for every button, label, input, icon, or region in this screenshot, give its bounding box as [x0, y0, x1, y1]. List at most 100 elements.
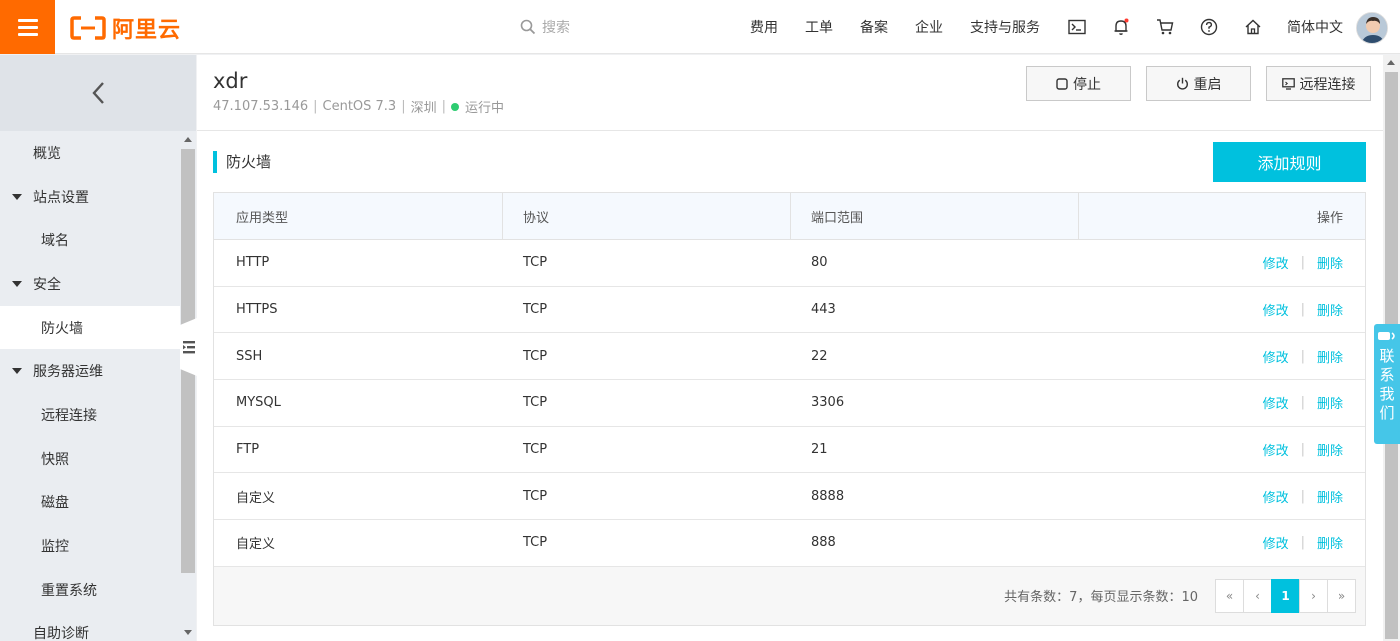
edit-link[interactable]: 修改: [1263, 487, 1289, 506]
menu-bar-line: [17, 25, 38, 29]
sidebar-item-11[interactable]: 自助诊断: [0, 612, 180, 641]
sidebar-item-3[interactable]: 安全: [0, 262, 180, 306]
nav-filing[interactable]: 备案: [860, 17, 888, 37]
port-cell: 3306: [811, 395, 845, 411]
delete-link[interactable]: 删除: [1317, 253, 1343, 272]
sidebar-item-7[interactable]: 快照: [0, 437, 180, 481]
delete-link[interactable]: 删除: [1317, 393, 1343, 412]
prev-page-button[interactable]: ‹: [1243, 578, 1272, 613]
column-header: 操作: [1316, 211, 1343, 226]
sidebar-item-6[interactable]: 远程连接: [0, 393, 180, 437]
contact-us-button[interactable]: 联系我们: [1374, 324, 1400, 444]
edit-link[interactable]: 修改: [1263, 347, 1289, 366]
top-nav: 费用 工单 备案 企业 支持与服务 简体中文: [750, 0, 1369, 54]
sidebar-item-1[interactable]: 站点设置: [0, 175, 180, 219]
delete-link[interactable]: 删除: [1317, 300, 1343, 319]
home-icon[interactable]: [1243, 17, 1263, 37]
restart-label: 重启: [1193, 76, 1222, 93]
stop-button[interactable]: 停止: [1026, 66, 1131, 101]
restart-button[interactable]: 重启: [1146, 66, 1251, 101]
action-separator: |: [1300, 348, 1305, 364]
delete-link[interactable]: 删除: [1317, 347, 1343, 366]
page-1-button[interactable]: 1: [1271, 578, 1300, 613]
add-rule-button[interactable]: 添加规则: [1213, 142, 1366, 182]
scroll-up-icon[interactable]: [184, 137, 192, 142]
app-cell: MYSQL: [236, 395, 281, 411]
sidebar-item-label: 监控: [41, 539, 69, 556]
meta-separator: |: [441, 99, 446, 114]
nav-enterprise[interactable]: 企业: [915, 17, 943, 37]
table-header: 应用类型 协议 端口范围 操作: [214, 193, 1365, 240]
column-header: 应用类型: [214, 193, 503, 240]
sidebar-item-5[interactable]: 服务器运维: [0, 349, 180, 393]
delete-link[interactable]: 删除: [1317, 487, 1343, 506]
edit-link[interactable]: 修改: [1263, 393, 1289, 412]
nav-fees[interactable]: 费用: [750, 17, 778, 37]
port-cell: 888: [811, 535, 836, 551]
port-cell: 80: [811, 255, 828, 271]
pagination: « ‹ 1 › »: [1215, 578, 1356, 613]
instance-ip: 47.107.53.146: [213, 99, 309, 114]
sidebar-menu: 概览 站点设置域名安全防火墙 服务器运维 远程连接 快照磁盘监控重置系统自助诊断: [0, 131, 180, 641]
terminal-icon[interactable]: [1067, 17, 1087, 37]
protocol-cell: TCP: [523, 488, 548, 504]
last-page-button[interactable]: »: [1327, 578, 1356, 613]
sidebar-item-label: 安全: [33, 276, 61, 293]
table-row: MYSQL TCP 3306 修改 | 删除: [214, 380, 1365, 427]
instance-os: CentOS 7.3: [322, 99, 397, 114]
nav-support[interactable]: 支持与服务: [970, 17, 1040, 37]
aliyun-logo[interactable]: 阿里云: [70, 14, 181, 43]
sidebar-item-0[interactable]: 概览: [0, 131, 180, 175]
sidebar-scrollbar[interactable]: [180, 131, 196, 641]
status-badge: 运行中: [465, 101, 505, 116]
back-button[interactable]: [0, 55, 196, 131]
chat-icon: [1378, 332, 1395, 340]
help-icon[interactable]: [1199, 17, 1219, 37]
action-separator: |: [1300, 488, 1305, 504]
app-cell: HTTP: [236, 255, 270, 271]
cart-icon[interactable]: [1155, 17, 1175, 37]
edit-link[interactable]: 修改: [1263, 440, 1289, 459]
table-row: SSH TCP 22 修改 | 删除: [214, 333, 1365, 381]
table-row: FTP TCP 21 修改 | 删除: [214, 427, 1365, 474]
sidebar-item-4[interactable]: 防火墙: [0, 305, 180, 350]
instance-region: 深圳: [410, 101, 437, 116]
scroll-up-icon[interactable]: [1387, 60, 1395, 65]
edit-link[interactable]: 修改: [1263, 533, 1289, 552]
remote-connect-button[interactable]: 远程连接: [1266, 66, 1371, 101]
aliyun-logo-icon: [70, 16, 106, 40]
hamburger-menu-button[interactable]: [0, 0, 55, 54]
stop-icon: [1056, 77, 1068, 90]
sidebar-item-label: 域名: [41, 233, 69, 250]
action-separator: |: [1300, 302, 1305, 318]
actions-cell: 修改 | 删除: [1079, 287, 1365, 333]
section-title: 防火墙: [213, 151, 271, 173]
sidebar-item-label: 重置系统: [41, 582, 97, 599]
sidebar-item-label: 磁盘: [41, 495, 69, 512]
edit-link[interactable]: 修改: [1263, 253, 1289, 272]
delete-link[interactable]: 删除: [1317, 533, 1343, 552]
port-cell: 21: [811, 442, 828, 458]
language-switcher[interactable]: 简体中文: [1287, 17, 1343, 37]
sidebar-item-label: 自助诊断: [33, 626, 89, 641]
app-cell: FTP: [236, 442, 260, 458]
sidebar-collapse-handle[interactable]: [180, 318, 197, 376]
next-page-button[interactable]: ›: [1299, 578, 1328, 613]
bell-icon[interactable]: [1111, 17, 1131, 37]
power-icon: [1176, 77, 1188, 90]
edit-link[interactable]: 修改: [1263, 300, 1289, 319]
sidebar-item-8[interactable]: 磁盘: [0, 481, 180, 525]
search-box[interactable]: 搜索: [520, 17, 570, 37]
table-row: 自定义 TCP 8888 修改 | 删除: [214, 473, 1365, 521]
instance-meta: 47.107.53.146 | CentOS 7.3 | 深圳 | 运行中: [213, 97, 504, 116]
scroll-down-icon[interactable]: [184, 630, 192, 635]
action-separator: |: [1300, 395, 1305, 411]
delete-link[interactable]: 删除: [1317, 440, 1343, 459]
sidebar-item-10[interactable]: 重置系统: [0, 568, 180, 612]
first-page-button[interactable]: «: [1215, 578, 1244, 613]
nav-tickets[interactable]: 工单: [805, 17, 833, 37]
pagination-bar: 共有条数：7，每页显示条数：10 « ‹ 1 › »: [214, 566, 1365, 625]
sidebar-item-2[interactable]: 域名: [0, 218, 180, 262]
sidebar-item-9[interactable]: 监控: [0, 524, 180, 568]
avatar[interactable]: [1356, 12, 1388, 44]
